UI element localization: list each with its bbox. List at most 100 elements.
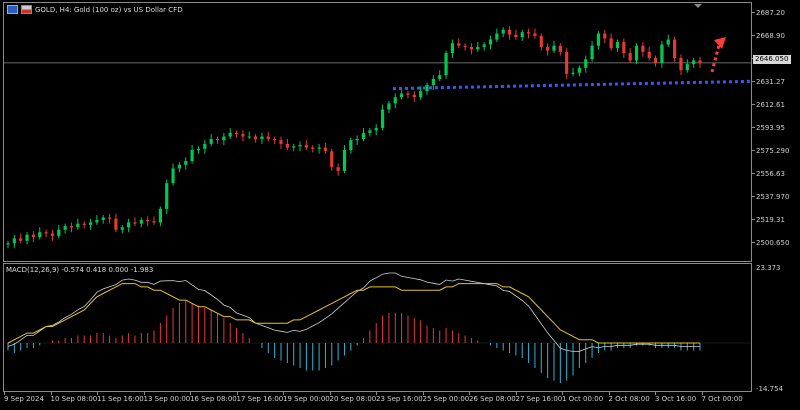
price-axis-tick (752, 35, 755, 36)
candle-body (215, 138, 220, 141)
candle-body (139, 219, 143, 224)
candle-body (292, 146, 296, 148)
price-axis-label: 2593.95 (756, 124, 785, 132)
candle-body (647, 51, 651, 58)
candle-body (692, 60, 696, 65)
candle-body (44, 232, 48, 234)
candle-body (234, 132, 239, 135)
price-axis-tick (752, 173, 755, 174)
candle-body (501, 29, 505, 34)
candle-body (336, 167, 340, 171)
time-axis-label: 25 Sep 00:00 (422, 395, 470, 403)
candle-body (520, 32, 524, 38)
candle-body (253, 136, 258, 139)
candle-body (641, 45, 645, 52)
candle-body (247, 136, 251, 138)
candle-body (406, 93, 410, 95)
candle-body (317, 147, 321, 149)
candle-body (311, 147, 315, 149)
candle-body (603, 33, 607, 39)
target-arrow-head (714, 37, 726, 49)
candle-body (660, 44, 664, 63)
candle-body (260, 136, 264, 139)
candle-body (342, 150, 347, 171)
time-axis-label: 1 Oct 00:00 (562, 395, 604, 403)
candle-body (12, 238, 16, 244)
candle-body (228, 132, 232, 137)
candle-body (438, 75, 442, 79)
candle-body (380, 109, 385, 128)
time-axis-label: 9 Sep 2024 (4, 395, 44, 403)
candle-body (507, 29, 512, 35)
candle-body (50, 233, 55, 236)
candle-body (495, 33, 499, 40)
candle-body (571, 72, 575, 74)
candle-body (203, 143, 207, 149)
candle-body (209, 138, 213, 144)
candle-body (444, 53, 448, 76)
candle-body (590, 45, 594, 60)
candle-body (419, 91, 423, 98)
candle-body (368, 130, 372, 133)
candle-body (120, 227, 124, 230)
candle-body (25, 234, 29, 241)
candle-body (196, 148, 201, 151)
time-axis-label: 17 Sep 16:00 (236, 395, 284, 403)
price-axis-tick (752, 12, 755, 13)
chart-window: GOLD, H4: Gold (100 oz) vs US Dollar CFD… (0, 0, 800, 410)
candle-body (177, 164, 182, 169)
price-axis-label: 2500.650 (756, 239, 790, 247)
macd-line (7, 272, 700, 352)
candle-body (349, 140, 353, 151)
candle-body (584, 59, 588, 68)
candle-body (666, 39, 670, 45)
candle-body (63, 226, 67, 230)
candle-body (685, 64, 689, 71)
candle-body (57, 229, 61, 236)
time-axis-label: 26 Sep 08:00 (469, 395, 516, 403)
price-axis-tick (752, 219, 755, 220)
price-axis-tick (752, 104, 755, 105)
candle-body (539, 35, 543, 47)
candle-body (285, 143, 289, 148)
candle-body (482, 44, 486, 47)
candle-body (546, 46, 550, 51)
candle-body (158, 208, 162, 223)
price-axis-label: 2631.27 (756, 78, 785, 86)
candle-body (552, 45, 556, 51)
candle-body (273, 138, 277, 141)
candle-body (463, 45, 467, 47)
price-axis-label: 2519.31 (756, 216, 785, 224)
time-axis-label: 20 Sep 08:00 (329, 395, 377, 403)
candle-body (374, 127, 378, 131)
candle-body (615, 42, 620, 49)
candle-body (165, 183, 169, 209)
candle-body (622, 42, 626, 54)
price-axis-tick (752, 242, 755, 243)
time-axis-label: 3 Oct 16:00 (655, 395, 697, 403)
candle-body (38, 232, 42, 238)
candle-body (476, 46, 480, 50)
candle-body (361, 132, 366, 139)
candle-body (533, 33, 537, 36)
candle-body (304, 145, 308, 148)
candle-body (330, 151, 334, 168)
price-axis-label: 2575.290 (756, 147, 790, 155)
chart-plot-area (4, 4, 752, 383)
price-axis-label: 2668.90 (756, 32, 785, 40)
candle-body (184, 161, 188, 165)
candle-body (673, 39, 677, 58)
price-axis-tick (752, 127, 755, 128)
time-axis-label: 13 Sep 00:00 (143, 395, 191, 403)
candle-body (355, 138, 359, 141)
candle-body (76, 223, 80, 228)
candle-body (95, 219, 99, 223)
time-axis-label: 2 Oct 08:00 (608, 395, 650, 403)
price-axis-tick (752, 196, 755, 197)
candle-body (323, 147, 328, 152)
time-axis-label: 10 Sep 08:00 (50, 395, 98, 403)
candle-body (457, 43, 461, 46)
candle-body (526, 32, 531, 34)
macd-axis-label: -14.754 (756, 385, 784, 393)
candle-body (133, 222, 137, 224)
